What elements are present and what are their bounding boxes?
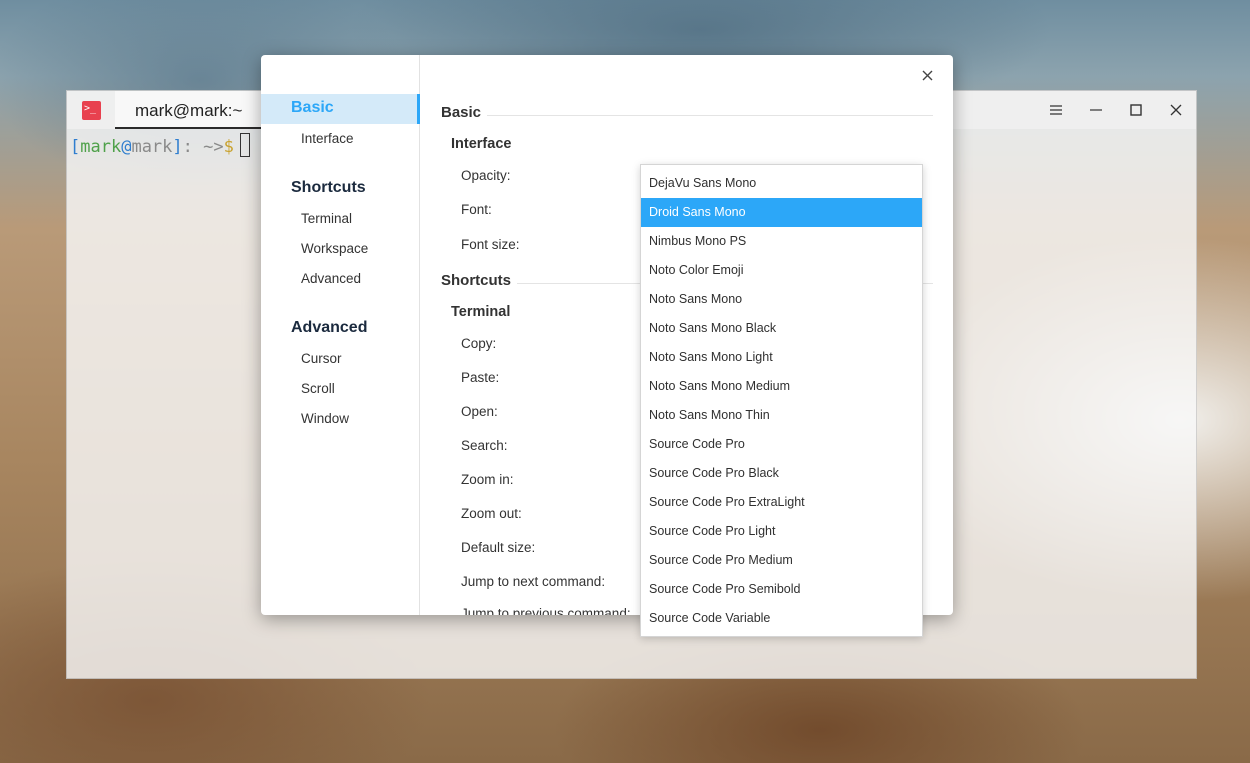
terminal-shortcuts-title: Terminal: [451, 304, 511, 320]
font-option[interactable]: Source Code Pro ExtraLight: [641, 488, 922, 517]
terminal-app-icon: >_: [82, 101, 101, 120]
font-option-selected[interactable]: Droid Sans Mono: [641, 198, 922, 227]
shortcut-label-jump-previous: Jump to previous command:: [461, 606, 631, 615]
shortcut-label-open: Open:: [461, 404, 498, 419]
prompt-dollar: $: [223, 137, 234, 157]
nav-item-cursor[interactable]: Cursor: [301, 351, 342, 366]
prompt-bracket: ]: [172, 137, 183, 157]
font-option[interactable]: Source Code Pro Semibold: [641, 575, 922, 604]
nav-basic[interactable]: Basic: [261, 94, 420, 124]
font-option[interactable]: Source Code Pro Black: [641, 459, 922, 488]
font-option[interactable]: Nimbus Mono PS: [641, 227, 922, 256]
font-option[interactable]: Noto Sans Mono Thin: [641, 401, 922, 430]
section-shortcuts-title: Shortcuts: [441, 272, 512, 289]
font-option[interactable]: Noto Sans Mono Light: [641, 343, 922, 372]
shortcut-label-zoom-in: Zoom in:: [461, 472, 514, 487]
font-dropdown-list[interactable]: DejaVu Sans Mono Droid Sans Mono Nimbus …: [640, 164, 923, 637]
shell-prompt: [mark@mark]: ~>$: [70, 133, 250, 157]
nav-advanced[interactable]: Advanced: [291, 319, 367, 337]
nav-item-advanced-shortcuts[interactable]: Advanced: [301, 271, 361, 286]
font-option[interactable]: Source Code Variable: [641, 604, 922, 633]
font-label: Font:: [461, 202, 492, 217]
shortcut-label-search: Search:: [461, 438, 508, 453]
text-cursor: [239, 133, 250, 157]
font-size-label: Font size:: [461, 237, 520, 252]
nav-item-workspace[interactable]: Workspace: [301, 241, 368, 256]
font-option[interactable]: Noto Sans Mono: [641, 285, 922, 314]
nav-item-interface[interactable]: Interface: [301, 131, 354, 146]
shortcut-label-jump-next: Jump to next command:: [461, 574, 606, 589]
dialog-close-icon[interactable]: [917, 65, 937, 85]
font-option[interactable]: Source Code Pro Medium: [641, 546, 922, 575]
maximize-icon[interactable]: [1126, 100, 1146, 120]
section-basic-title: Basic: [441, 104, 482, 121]
prompt-host: mark: [131, 137, 173, 157]
font-option[interactable]: Source Code Pro Light: [641, 517, 922, 546]
nav-item-scroll[interactable]: Scroll: [301, 381, 335, 396]
settings-sidebar: Basic Interface Shortcuts Terminal Works…: [261, 55, 420, 615]
nav-shortcuts[interactable]: Shortcuts: [291, 179, 366, 197]
font-option[interactable]: Source Code Pro: [641, 430, 922, 459]
shortcut-label-default-size: Default size:: [461, 540, 536, 555]
opacity-label: Opacity:: [461, 168, 511, 183]
prompt-at: @: [121, 137, 132, 157]
nav-item-terminal[interactable]: Terminal: [301, 211, 352, 226]
shortcut-label-paste: Paste:: [461, 370, 500, 385]
font-option[interactable]: DejaVu Sans Mono: [641, 169, 922, 198]
font-option[interactable]: Noto Sans Mono Medium: [641, 372, 922, 401]
interface-title: Interface: [451, 136, 512, 152]
terminal-tab[interactable]: mark@mark:~: [115, 91, 265, 129]
minimize-icon[interactable]: [1086, 100, 1106, 120]
prompt-user: mark: [80, 137, 122, 157]
nav-group-title: Basic: [291, 99, 334, 116]
shortcut-label-copy: Copy:: [461, 336, 497, 351]
divider: [487, 115, 933, 116]
shortcut-label-zoom-out: Zoom out:: [461, 506, 522, 521]
prompt-bracket: [: [70, 137, 81, 157]
prompt-path: : ~>: [182, 137, 224, 157]
font-option[interactable]: Noto Sans Mono Black: [641, 314, 922, 343]
font-option[interactable]: Noto Color Emoji: [641, 256, 922, 285]
nav-item-window[interactable]: Window: [301, 411, 349, 426]
close-icon[interactable]: [1166, 100, 1186, 120]
menu-icon[interactable]: [1046, 100, 1066, 120]
